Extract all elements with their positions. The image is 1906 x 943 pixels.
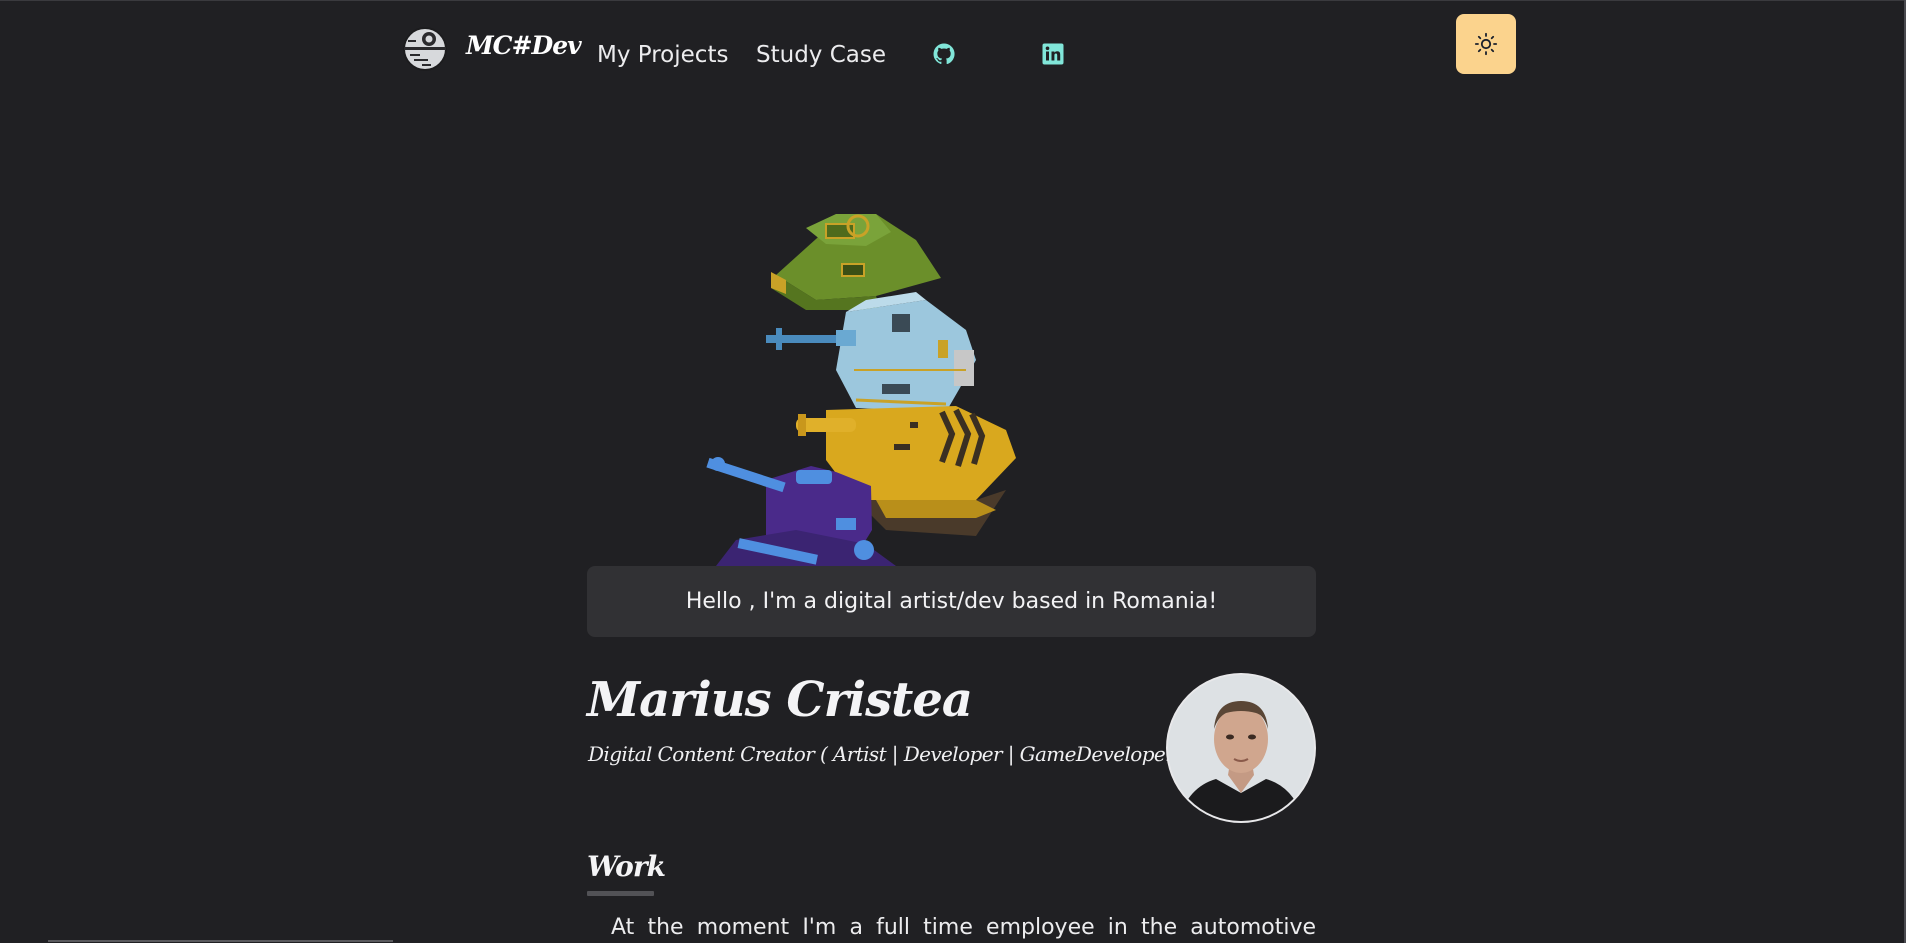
work-section-title: Work: [587, 850, 666, 883]
greeting-text: Hello , I'm a digital artist/dev based i…: [685, 589, 1218, 614]
avatar: [1166, 673, 1316, 823]
sun-icon: [1474, 32, 1498, 56]
profile-role: Digital Content Creator ( Artist | Devel…: [588, 742, 1182, 766]
nav-link-study-case[interactable]: Study Case: [756, 42, 886, 68]
brand-logo-link[interactable]: MC#Dev: [402, 26, 582, 72]
work-paragraph: At the moment I'm a full time employee i…: [611, 915, 1316, 940]
section-underline: [587, 891, 654, 896]
theme-toggle-button[interactable]: [1456, 14, 1516, 74]
linkedin-icon: [1042, 43, 1064, 65]
nav-link-my-projects[interactable]: My Projects: [597, 42, 728, 68]
navbar: MC#Dev My Projects Study Case: [402, 14, 1518, 74]
profile-name: Marius Cristea: [587, 672, 973, 728]
horizontal-scrollbar[interactable]: [48, 940, 393, 942]
page: MC#Dev My Projects Study Case Hello , I'…: [0, 0, 1906, 943]
stacked-tanks-illustration: [706, 214, 1016, 566]
hero-3d-model[interactable]: [676, 200, 1096, 566]
death-star-icon: [403, 27, 447, 71]
brand-name: MC#Dev: [466, 30, 582, 60]
greeting-banner: Hello , I'm a digital artist/dev based i…: [587, 566, 1316, 637]
window-top-edge: [0, 0, 1906, 1]
github-icon: [933, 43, 955, 64]
lightblue-tank: [766, 292, 976, 412]
profile-photo: [1168, 675, 1314, 821]
